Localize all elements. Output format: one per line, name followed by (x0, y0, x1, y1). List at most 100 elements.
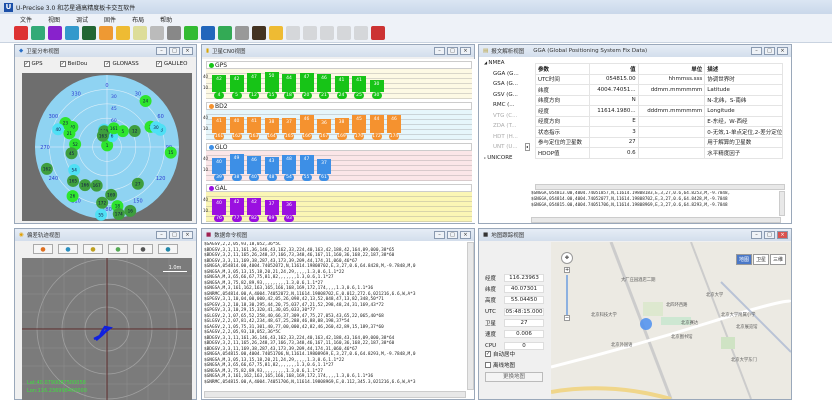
tree-item[interactable]: GGA (G... (481, 69, 525, 80)
minimize-button[interactable]: – (434, 47, 445, 55)
gear3-icon[interactable] (320, 26, 334, 40)
close-button[interactable]: × (777, 231, 788, 239)
map-type-button[interactable]: 卫星 (753, 254, 770, 265)
earth-icon[interactable] (218, 26, 232, 40)
maximize-button[interactable]: □ (764, 231, 775, 239)
table-row[interactable]: 纬度方向 N N-北纬，S-南纬 (534, 94, 783, 106)
save-icon[interactable] (31, 26, 45, 40)
table-row[interactable]: 经度 11614.1980... dddmm.mmmmmm Longitude (534, 105, 783, 117)
map-pan-control[interactable]: ✥ (561, 252, 573, 264)
gear4-icon[interactable] (337, 26, 351, 40)
data-stream-text[interactable]: $GAGSV,2,2,05,93,18,052,36*5C $BDGSV,3,1,… (204, 242, 466, 390)
gear1-icon[interactable] (286, 26, 300, 40)
globe-icon[interactable] (201, 26, 215, 40)
table-icon[interactable] (150, 26, 164, 40)
menu-view[interactable]: 视图 (48, 15, 60, 24)
clear-button[interactable]: ● (158, 243, 178, 254)
minimize-button[interactable]: – (751, 231, 762, 239)
center-button[interactable]: ● (108, 243, 128, 254)
terminal-icon[interactable] (82, 26, 96, 40)
checkbox[interactable] (485, 362, 491, 368)
scatter-icon[interactable] (235, 26, 249, 40)
log-icon[interactable] (133, 26, 147, 40)
tree-node-nmea[interactable]: ◢ NMEA (481, 58, 525, 69)
table-row[interactable]: 参与定位的卫星数 27 用于解算的卫星数 (534, 136, 783, 148)
tree-item[interactable]: GSV (G... (481, 90, 525, 101)
close-button[interactable]: × (182, 47, 193, 55)
maximize-button[interactable]: □ (447, 231, 458, 239)
map-zoom-in-button[interactable]: + (564, 267, 570, 273)
column-header[interactable]: 值 (589, 63, 639, 75)
raw-hscrollbar[interactable] (531, 217, 781, 223)
map-poi-label[interactable]: 北京大学 (706, 292, 723, 298)
map-poi-label[interactable]: 北京外国语 (611, 342, 632, 348)
settings-button[interactable]: ● (133, 243, 153, 254)
checkbox[interactable]: ✓ (59, 61, 66, 67)
column-header[interactable]: 参数 (534, 63, 591, 75)
close-button[interactable]: × (460, 231, 471, 239)
map-poi-label[interactable]: 北京大学东门 (731, 357, 757, 363)
gear2-icon[interactable] (303, 26, 317, 40)
map-canvas[interactable]: ✥ + − 地图 卫星 三维 大厂庄园酒店二期 北京大学 北四环西路 北京科技大学 北京赛达… (551, 242, 791, 399)
menu-layout[interactable]: 布局 (132, 15, 144, 24)
minimize-button[interactable]: – (434, 231, 445, 239)
menu-firmware[interactable]: 固件 (104, 15, 116, 24)
chart-icon[interactable] (99, 26, 113, 40)
column-header[interactable]: 单位 (637, 63, 706, 75)
splitter-handle[interactable]: ◂ (525, 143, 530, 151)
dark-globe-icon[interactable] (252, 26, 266, 40)
change-map-button[interactable]: 更换地图 (485, 372, 543, 382)
tree-item[interactable]: GSA (G... (481, 79, 525, 90)
filter-glonass[interactable]: ✓ GLONASS (104, 61, 139, 67)
map-poi-label[interactable]: 北京图书馆 (671, 334, 692, 340)
minimize-button[interactable]: – (156, 231, 167, 239)
menu-file[interactable]: 文件 (20, 15, 32, 24)
map-poi-label[interactable]: 大厂庄园酒店二期 (621, 277, 655, 283)
folder-icon[interactable] (269, 26, 283, 40)
stream-hscrollbar[interactable] (204, 391, 466, 398)
menu-help[interactable]: 帮助 (160, 15, 172, 24)
map-zoom-slider[interactable] (566, 275, 568, 315)
tree-item[interactable]: UNT (U... (481, 142, 525, 153)
zoom-fit-button[interactable]: ● (83, 243, 103, 254)
tree-item[interactable]: RMC (... (481, 100, 525, 111)
table-row[interactable]: 状态指示 3 0-无效,1-单点定位,2-差分定位... (534, 126, 783, 138)
tree-item[interactable]: VTG (C... (481, 111, 525, 122)
table-row[interactable]: UTC时间 054815.00 hhmmss.sss 协调世界时 (534, 73, 783, 85)
zoom-out-button[interactable]: ● (33, 243, 53, 254)
map-type-button[interactable]: 地图 (736, 254, 753, 265)
tree-node-unicore[interactable]: ▹ UNICORE (481, 153, 525, 164)
column-header[interactable]: 描述 (704, 63, 783, 75)
checkbox[interactable]: ✓ (485, 351, 491, 357)
offline-map-checkbox[interactable]: 离线地图 (485, 361, 515, 370)
map-poi-label[interactable]: 北京赛达 (681, 320, 698, 326)
tree-item[interactable]: HDT (H... (481, 132, 525, 143)
filter-gps[interactable]: ✓ GPS (23, 61, 43, 67)
record-icon[interactable] (48, 26, 62, 40)
map-poi-label[interactable]: 北京大学附属小学 (721, 312, 755, 318)
sky-icon[interactable] (65, 26, 79, 40)
auto-center-checkbox[interactable]: ✓ 自动居中 (485, 350, 515, 358)
stream-vscrollbar[interactable] (467, 242, 474, 390)
maximize-button[interactable]: □ (447, 47, 458, 55)
arrow-icon[interactable] (354, 26, 368, 40)
config-icon[interactable] (116, 26, 130, 40)
checkbox[interactable]: ✓ (155, 61, 162, 67)
window-icon[interactable] (167, 26, 181, 40)
filter-beidou[interactable]: ✓ BeiDou (59, 61, 87, 67)
disconnect-icon[interactable] (14, 26, 28, 40)
start-icon[interactable] (184, 26, 198, 40)
menu-debug[interactable]: 调试 (76, 15, 88, 24)
table-hscrollbar[interactable] (535, 184, 785, 190)
map-zoom-out-button[interactable]: − (564, 315, 570, 321)
map-type-button[interactable]: 三维 (770, 254, 787, 265)
table-row[interactable]: HDOP值 0.6 水平精度因子 (534, 147, 783, 159)
maximize-button[interactable]: □ (764, 47, 775, 55)
map-poi-label[interactable]: 北京展览馆 (736, 324, 757, 330)
zoom-in-button[interactable]: ● (58, 243, 78, 254)
close-button[interactable]: × (182, 231, 193, 239)
tool-icon[interactable] (371, 26, 385, 40)
close-button[interactable]: × (460, 47, 471, 55)
maximize-button[interactable]: □ (169, 231, 180, 239)
minimize-button[interactable]: – (751, 47, 762, 55)
